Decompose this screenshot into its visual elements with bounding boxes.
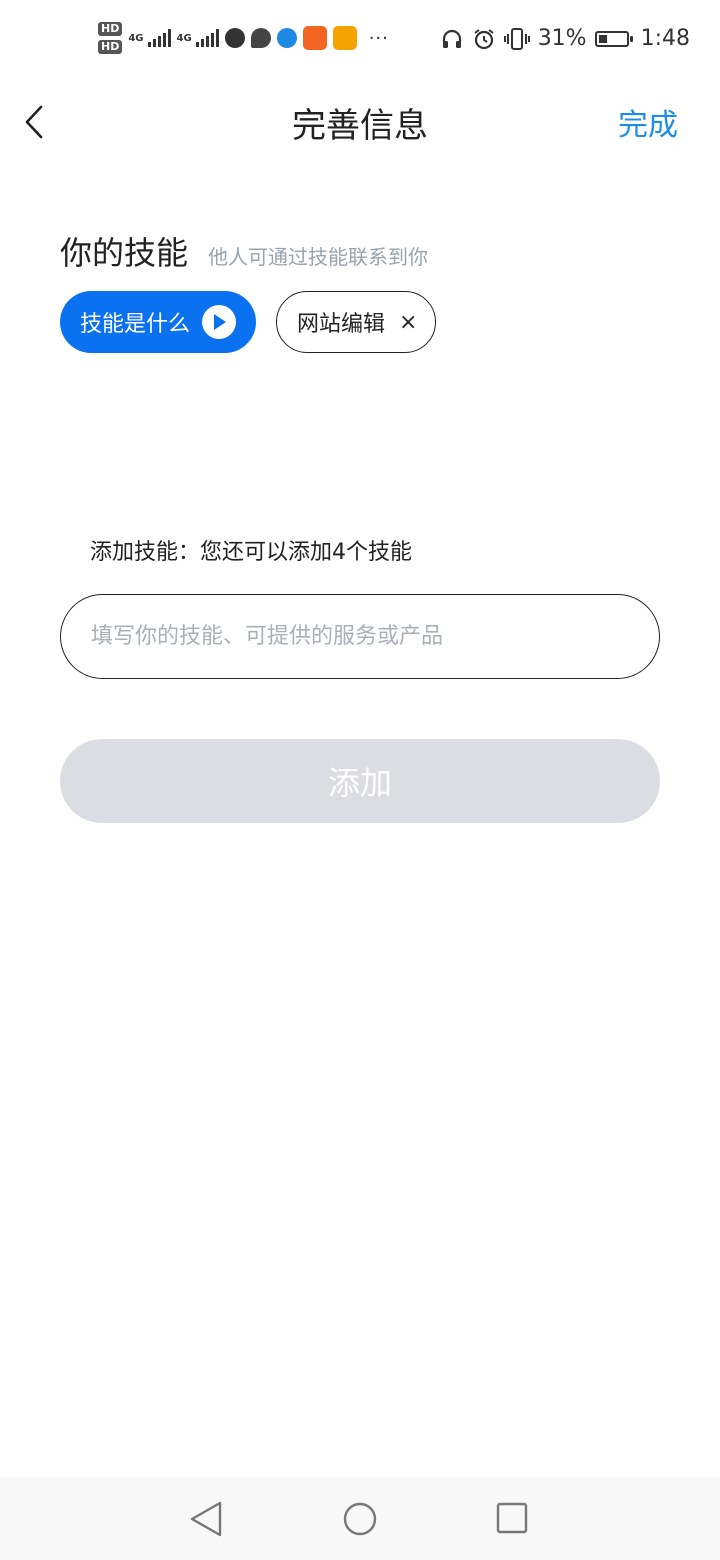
nav-recent-apps-icon[interactable] xyxy=(496,1502,528,1534)
done-button[interactable]: 完成 xyxy=(618,100,678,144)
ego-app-icon xyxy=(332,26,357,50)
clock-time: 1:48 xyxy=(640,26,690,51)
battery-percent: 31% xyxy=(537,26,587,51)
skills-subtitle: 他人可通过技能联系到你 xyxy=(208,245,429,269)
network-type-1: 4G xyxy=(128,32,144,44)
sim-indicators: HD HD xyxy=(98,22,123,54)
app-notification-icon xyxy=(276,28,297,48)
browser-app-icon xyxy=(224,28,245,48)
add-skill-button[interactable]: 添加 xyxy=(60,739,660,823)
more-notifications-icon: ··· xyxy=(368,27,389,49)
skill-input[interactable] xyxy=(61,595,659,678)
headphones-icon xyxy=(442,29,461,48)
play-icon xyxy=(202,305,237,339)
what-is-skill-button[interactable]: 技能是什么 xyxy=(60,291,257,353)
signal-strength-1-icon xyxy=(147,29,171,47)
alarm-clock-icon xyxy=(474,28,494,49)
battery-icon xyxy=(594,30,633,47)
status-left: HD HD 4G 4G ··· xyxy=(98,22,389,54)
title-bar: 完善信息 完成 xyxy=(0,88,720,154)
nav-back-icon[interactable] xyxy=(188,1500,224,1538)
sim1-hd-badge: HD xyxy=(98,22,123,36)
add-skill-hint: 添加技能：您还可以添加4个技能 xyxy=(90,540,412,565)
navigation-bar xyxy=(0,1478,720,1560)
message-app-icon xyxy=(250,28,271,48)
skill-input-container xyxy=(60,594,660,679)
nav-home-icon[interactable] xyxy=(343,1502,377,1536)
fitness-app-icon xyxy=(302,26,327,50)
skill-tags: 技能是什么 网站编辑 × xyxy=(60,291,437,353)
sim2-hd-badge: HD xyxy=(98,40,123,54)
page-title: 完善信息 xyxy=(292,106,428,146)
signal-strength-2-icon xyxy=(195,29,219,47)
skill-tag-label: 网站编辑 xyxy=(297,312,386,337)
skills-title: 你的技能 xyxy=(60,234,189,272)
what-is-skill-label: 技能是什么 xyxy=(80,312,191,337)
network-type-2: 4G xyxy=(176,32,192,44)
skill-tag[interactable]: 网站编辑 × xyxy=(276,291,437,353)
vibrate-icon xyxy=(503,27,530,50)
status-bar: HD HD 4G 4G ··· 31% 1:48 xyxy=(0,0,720,88)
skills-header: 你的技能 他人可通过技能联系到你 xyxy=(60,228,428,274)
status-right: 31% 1:48 xyxy=(440,26,690,51)
remove-skill-icon[interactable]: × xyxy=(399,310,417,335)
